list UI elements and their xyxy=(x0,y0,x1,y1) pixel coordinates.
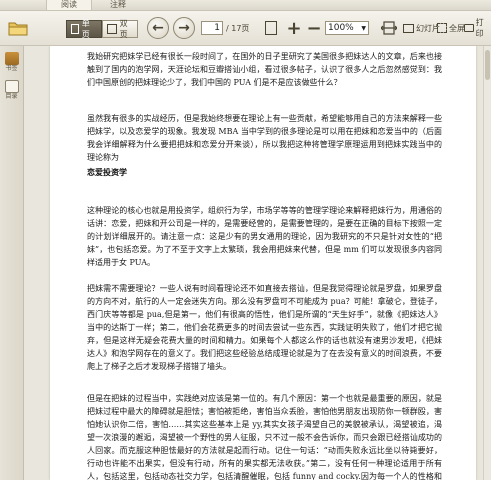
sidebar-item-bookmarks[interactable]: 书签 xyxy=(2,52,21,73)
vertical-scrollbar[interactable] xyxy=(483,46,491,480)
single-page-button[interactable]: 单页 xyxy=(66,19,102,39)
fit-width-icon xyxy=(381,21,397,35)
folder-icon xyxy=(8,22,28,36)
body-paragraph: 虽然我有很多的实战经历，但是我始终想要在理论上有一些贡献，希望能够用自己的方法来… xyxy=(87,114,442,162)
arrow-left-icon: ← xyxy=(152,20,164,36)
document-page: 我始研究把妹学已经有很长一段时间了，在国外的日子里研究了美国很多把妹达人的文章，… xyxy=(50,46,476,480)
double-page-label: 双页 xyxy=(119,19,128,39)
slideshow-icon xyxy=(403,23,414,33)
chevron-down-icon: ▼ xyxy=(361,24,366,32)
print-button[interactable]: 打印 xyxy=(464,18,491,38)
zoom-out-button[interactable]: − xyxy=(305,17,323,39)
zoom-in-button[interactable]: + xyxy=(285,17,303,39)
body-paragraph: 把妹需不需要理论？一些人说有时间看理论还不如直接去搭讪，但是我觉得理论就是罗盘，… xyxy=(87,284,442,371)
printer-icon xyxy=(464,24,474,32)
sidebar-item-toc[interactable]: 目录 xyxy=(2,80,21,101)
fit-width-button[interactable] xyxy=(378,19,400,37)
sidebar-item-label: 目录 xyxy=(5,93,18,100)
previous-page-button[interactable]: ← xyxy=(147,17,169,39)
page-number-value: 1 xyxy=(214,23,220,33)
tab-reading-label: 阅读 xyxy=(61,0,77,9)
sidebar-item-label: 书签 xyxy=(5,65,18,72)
section-heading: 恋爱投资学 xyxy=(87,167,127,177)
arrow-right-icon: → xyxy=(178,20,190,36)
total-pages-label: / 17页 xyxy=(226,23,250,33)
single-page-label: 单页 xyxy=(81,19,90,39)
zoom-value: 100% xyxy=(328,23,354,33)
fit-page-icon xyxy=(265,21,277,35)
bookmark-icon xyxy=(4,52,19,65)
double-page-icon xyxy=(107,24,117,34)
tab-strip: 阅读 注释 xyxy=(0,0,491,11)
tab-reading[interactable]: 阅读 xyxy=(46,0,92,10)
page-number-input[interactable]: 1 xyxy=(201,21,223,35)
fullscreen-label: 全屏 xyxy=(449,23,465,33)
next-page-button[interactable]: → xyxy=(173,17,195,39)
toc-icon xyxy=(4,80,19,93)
sidebar: 书签 目录 xyxy=(0,46,24,480)
single-page-icon xyxy=(71,24,79,34)
open-folder-button[interactable] xyxy=(6,19,30,37)
scrollbar-thumb[interactable] xyxy=(485,50,490,80)
double-page-button[interactable]: 双页 xyxy=(102,19,138,39)
body-paragraph: 但是在把妹的过程当中，实践绝对应该是第一位的。有几个原因：第一个也就是最重要的原… xyxy=(87,394,442,480)
document-viewport[interactable]: 我始研究把妹学已经有很长一段时间了，在国外的日子里研究了美国很多把妹达人的文章，… xyxy=(24,46,483,480)
zoom-select[interactable]: 100% ▼ xyxy=(325,21,369,35)
tab-annotation-label: 注释 xyxy=(110,0,126,9)
fullscreen-icon xyxy=(437,23,447,33)
minus-icon: − xyxy=(306,17,322,39)
print-label: 打印 xyxy=(475,18,484,38)
plus-icon: + xyxy=(286,17,302,39)
fit-page-button[interactable] xyxy=(262,19,280,37)
toolbar: 单页 双页 ← → 1 / 17页 + − 100% ▼ 幻灯片 全屏 打印 xyxy=(0,11,491,46)
tab-annotation[interactable]: 注释 xyxy=(96,0,140,10)
fullscreen-button[interactable]: 全屏 xyxy=(437,20,465,36)
body-paragraph: 这种理论的核心也就是用投资学，组织行为学，市场学等等的管理学理论来解释把妹行为，… xyxy=(87,206,442,267)
body-paragraph: 我始研究把妹学已经有很长一段时间了，在国外的日子里研究了美国很多把妹达人的文章，… xyxy=(87,52,442,87)
slideshow-button[interactable]: 幻灯片 xyxy=(403,20,440,36)
